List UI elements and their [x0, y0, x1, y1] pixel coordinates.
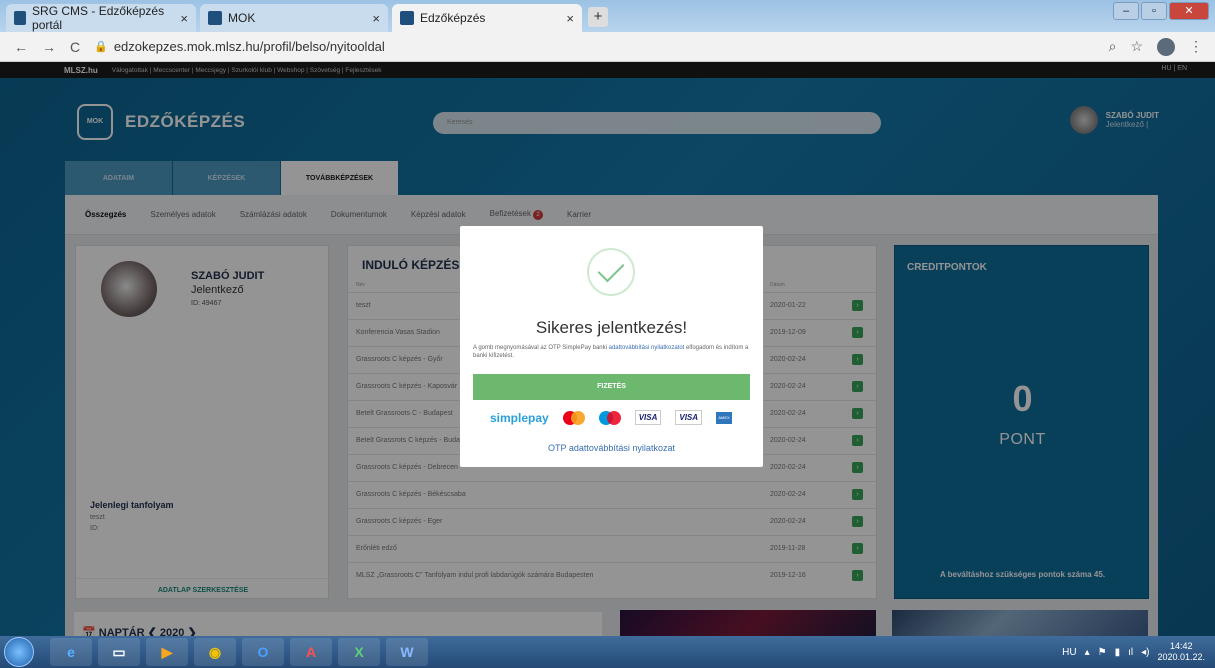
- language-indicator[interactable]: HU: [1062, 647, 1076, 658]
- tray-arrow-icon[interactable]: ▴: [1085, 647, 1090, 658]
- back-icon[interactable]: ←: [14, 39, 28, 55]
- url-field[interactable]: 🔒 edzokepzes.mok.mlsz.hu/profil/belso/ny…: [94, 39, 385, 54]
- profile-avatar-icon[interactable]: [1157, 38, 1175, 56]
- visa-electron-icon: VISA: [675, 410, 703, 425]
- browser-tab-edzokepzes[interactable]: Edzőképzés ×: [392, 4, 582, 32]
- browser-tab-srg-cms[interactable]: SRG CMS - Edzőképzés portál ×: [6, 4, 196, 32]
- maximize-button[interactable]: ▫: [1141, 2, 1167, 20]
- reload-icon[interactable]: C: [70, 39, 80, 55]
- pay-button[interactable]: FIZETÉS: [473, 374, 750, 400]
- modal-text: A gomb megnyomásával az OTP SimplePay ba…: [473, 344, 755, 360]
- minimize-button[interactable]: –: [1113, 2, 1139, 20]
- window-controls: – ▫ ✕: [1113, 2, 1209, 20]
- address-bar: ← → C 🔒 edzokepzes.mok.mlsz.hu/profil/be…: [0, 32, 1215, 62]
- otp-statement-link[interactable]: OTP adattovábbítási nyilatkozat: [460, 443, 763, 453]
- data-transfer-link[interactable]: adattovábbítási nyilatkozatot: [609, 345, 685, 351]
- system-tray: HU ▴ ⚑ ▮ ıl ◂) 14:42 2020.01.22.: [1062, 641, 1205, 663]
- visa-icon: VISA: [634, 410, 662, 425]
- url-text: edzokepzes.mok.mlsz.hu/profil/belso/nyit…: [113, 39, 385, 54]
- outlook-icon[interactable]: O: [242, 638, 284, 666]
- success-modal: Sikeres jelentkezés! A gomb megnyomásáva…: [460, 226, 763, 467]
- maestro-icon: [598, 410, 621, 425]
- browser-tab-mok[interactable]: MOK ×: [200, 4, 388, 32]
- acrobat-icon[interactable]: A: [290, 638, 332, 666]
- menu-dots-icon[interactable]: ⋮: [1189, 38, 1203, 56]
- success-check-icon: [587, 248, 635, 296]
- favicon-icon: [208, 11, 222, 25]
- close-tab-icon[interactable]: ×: [180, 11, 188, 26]
- forward-icon[interactable]: →: [42, 39, 56, 55]
- flag-icon[interactable]: ⚑: [1098, 647, 1107, 658]
- clock[interactable]: 14:42 2020.01.22.: [1157, 641, 1205, 663]
- windows-taskbar: e ▭ ▶ ◉ O A X W HU ▴ ⚑ ▮ ıl ◂) 14:42 202…: [0, 636, 1215, 668]
- browser-tab-bar: SRG CMS - Edzőképzés portál × MOK × Edző…: [0, 0, 1215, 32]
- volume-icon[interactable]: ◂): [1141, 647, 1149, 658]
- close-tab-icon[interactable]: ×: [566, 11, 574, 26]
- favicon-icon: [14, 11, 27, 25]
- close-tab-icon[interactable]: ×: [372, 11, 380, 26]
- page: MLSZ.hu Válogatottak | Meccscenter | Mec…: [0, 62, 1215, 636]
- signal-icon[interactable]: ıl: [1128, 647, 1133, 658]
- tab-title: Edzőképzés: [420, 11, 486, 25]
- modal-title: Sikeres jelentkezés!: [535, 318, 688, 337]
- excel-icon[interactable]: X: [338, 638, 380, 666]
- payment-logos: simplepay VISA VISA AMEX: [490, 410, 733, 425]
- tab-title: MOK: [228, 11, 256, 25]
- modal-overlay[interactable]: Sikeres jelentkezés! A gomb megnyomásáva…: [0, 62, 1215, 636]
- network-icon[interactable]: ▮: [1115, 647, 1121, 658]
- media-player-icon[interactable]: ▶: [146, 638, 188, 666]
- simplepay-logo: simplepay: [490, 410, 549, 425]
- start-button[interactable]: [4, 637, 34, 667]
- close-window-button[interactable]: ✕: [1169, 2, 1209, 20]
- new-tab-button[interactable]: +: [588, 7, 608, 27]
- clock-date: 2020.01.22.: [1157, 652, 1205, 662]
- explorer-icon[interactable]: ▭: [98, 638, 140, 666]
- ie-icon[interactable]: e: [50, 638, 92, 666]
- chrome-icon[interactable]: ◉: [194, 638, 236, 666]
- bookmark-star-icon[interactable]: ☆: [1130, 38, 1143, 56]
- mastercard-icon: [562, 410, 585, 425]
- lock-icon: 🔒: [94, 41, 108, 53]
- amex-icon: AMEX: [716, 411, 733, 424]
- modal-text-part: A gomb megnyomásával az OTP SimplePay ba…: [473, 345, 609, 351]
- favicon-icon: [400, 11, 414, 25]
- tab-title: SRG CMS - Edzőképzés portál: [32, 4, 165, 32]
- word-icon[interactable]: W: [386, 638, 428, 666]
- zoom-icon[interactable]: ⌕: [1109, 38, 1117, 56]
- clock-time: 14:42: [1169, 641, 1193, 651]
